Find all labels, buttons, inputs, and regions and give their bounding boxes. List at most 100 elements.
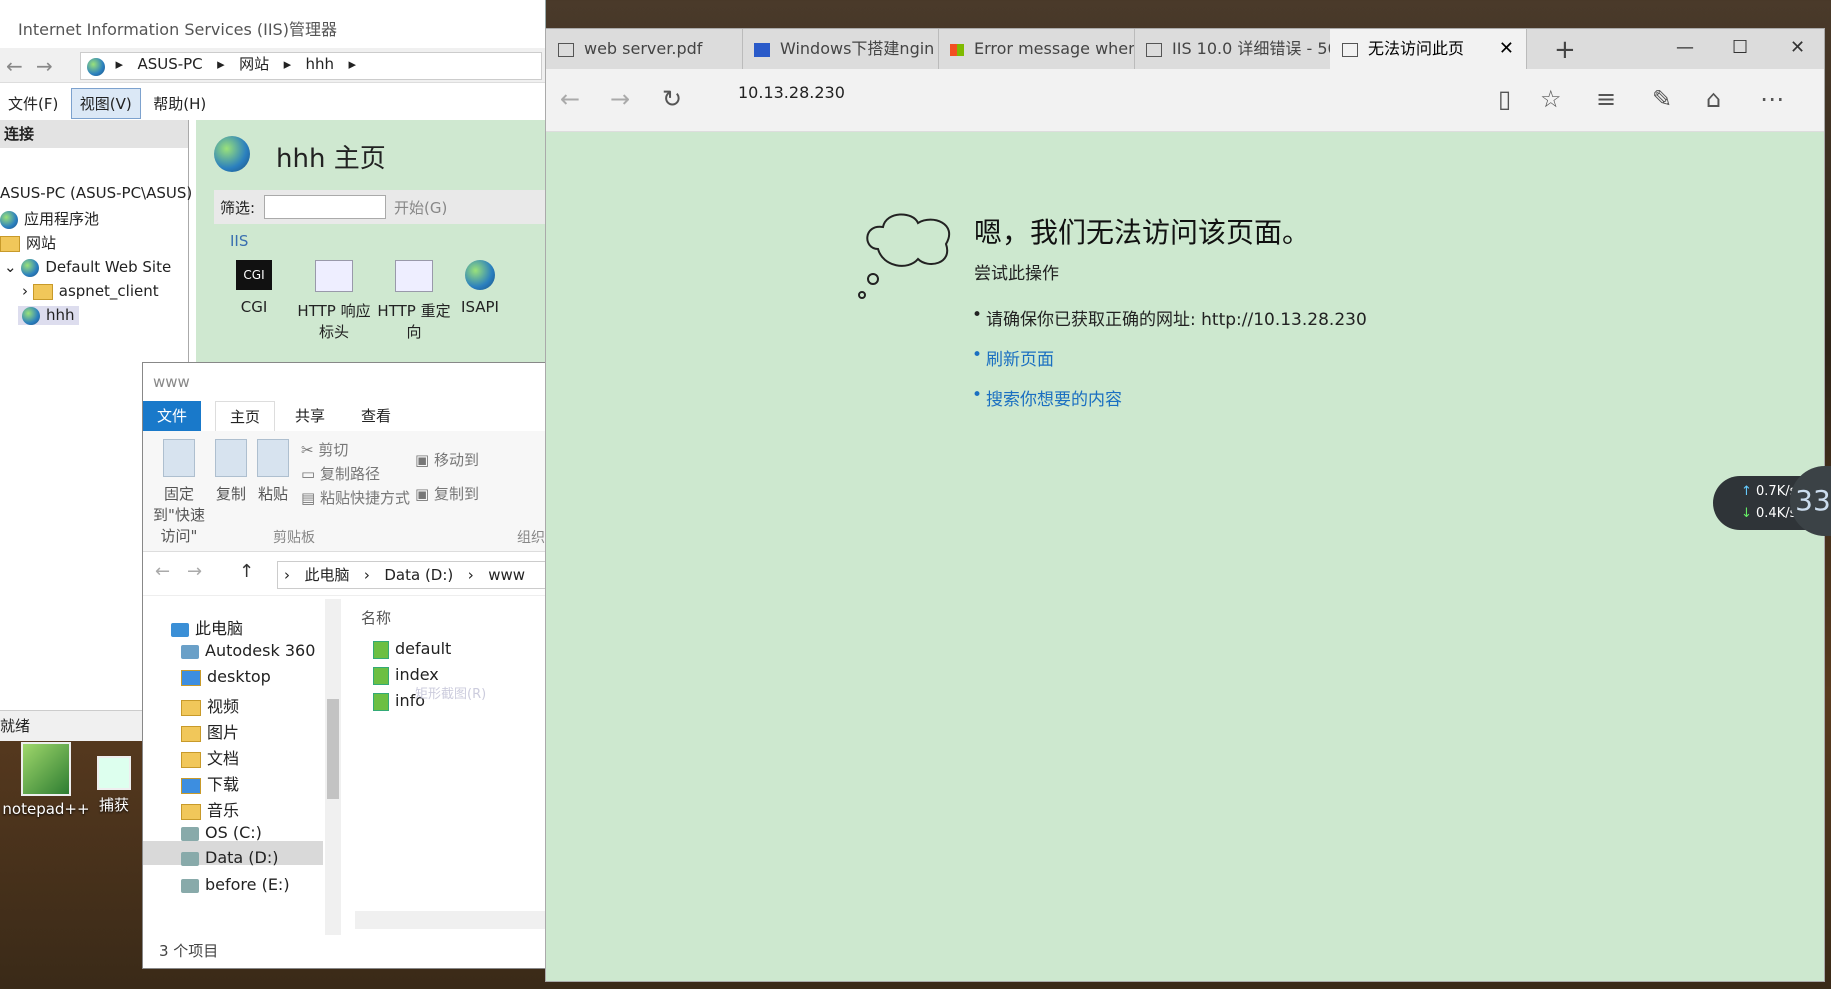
drive-icon [181, 878, 199, 893]
copy-button[interactable]: 复制 [215, 439, 247, 504]
new-tab-button[interactable]: + [1554, 35, 1576, 65]
close-window-icon[interactable]: ✕ [1790, 37, 1805, 58]
isapi-feature[interactable]: ISAPI [450, 260, 510, 316]
iis-titlebar[interactable]: Internet Information Services (IIS)管理器 [0, 0, 545, 48]
http-redirect-feature[interactable]: HTTP 重定向 [374, 260, 454, 342]
filter-go-button[interactable]: 开始(G) [394, 197, 447, 218]
globe-icon [22, 306, 40, 325]
path-bar[interactable]: › 此电脑 › Data (D:) › www [277, 561, 548, 589]
drive-icon [181, 851, 199, 866]
desktop-icon-capture[interactable]: 捕获 [84, 756, 144, 815]
reading-view-icon[interactable]: ▯ [1498, 85, 1511, 113]
menu-file[interactable]: 文件(F) [0, 89, 66, 118]
http-response-headers-feature[interactable]: HTTP 响应标头 [294, 260, 374, 342]
move-to-button[interactable]: ▣ 移动到 [415, 449, 479, 470]
tab-home[interactable]: 主页 [215, 401, 276, 432]
nav-this-pc[interactable]: 此电脑 [171, 615, 243, 639]
upload-arrow-icon: ↑ [1741, 484, 1757, 499]
tree-default-site[interactable]: ⌄ Default Web Site [4, 258, 171, 277]
navigation-scrollbar[interactable] [325, 599, 341, 935]
more-icon[interactable]: ⋯ [1760, 85, 1784, 113]
chevron-right-icon[interactable]: › [22, 282, 33, 300]
redirect-icon [395, 260, 433, 292]
close-tab-icon[interactable]: ✕ [1499, 29, 1514, 69]
refresh-icon[interactable]: ↻ [662, 85, 682, 113]
paste-shortcut-button[interactable]: ▤ 粘贴快捷方式 [301, 487, 410, 508]
address-bar[interactable]: 10.13.28.230 [738, 83, 845, 102]
tree-server[interactable]: ASUS-PC (ASUS-PC\ASUS) [0, 184, 192, 202]
browser-tab[interactable]: Windows下搭建ngin [742, 29, 939, 69]
tab-share[interactable]: 共享 [281, 401, 339, 431]
breadcrumb-item[interactable]: hhh [306, 55, 335, 73]
pin-quick-access-button[interactable]: 固定到"快速访问" [149, 439, 209, 546]
nav-drive-d[interactable]: Data (D:) [143, 841, 323, 867]
copy-path-button[interactable]: ▭ 复制路径 [301, 463, 380, 484]
back-icon[interactable]: ← [6, 54, 23, 78]
file-item[interactable]: index [373, 665, 439, 685]
browser-toolbar: ← → ↻ 10.13.28.230 ▯ ☆ ≡ ✎ ⌂ ⋯ [546, 69, 1824, 132]
path-item[interactable]: www [488, 566, 525, 584]
menu-help[interactable]: 帮助(H) [145, 89, 214, 118]
file-list-hscrollbar[interactable] [355, 911, 546, 929]
favorite-star-icon[interactable]: ☆ [1540, 85, 1562, 113]
iis-breadcrumb[interactable]: ▸ ASUS-PC ▸ 网站 ▸ hhh ▸ [80, 52, 542, 80]
nav-desktop[interactable]: desktop [181, 667, 271, 686]
tree-aspnet-client[interactable]: › aspnet_client [22, 282, 159, 300]
navigation-pane: 此电脑 Autodesk 360 desktop 视频 图片 文档 下载 音乐 … [143, 599, 339, 935]
copy-to-button[interactable]: ▣ 复制到 [415, 483, 479, 504]
paste-button[interactable]: 粘贴 [257, 439, 289, 504]
column-header-name[interactable]: 名称 [361, 607, 391, 628]
browser-tab[interactable]: web server.pdf [546, 29, 743, 69]
path-item[interactable]: 此电脑 [304, 566, 349, 584]
scrollbar-thumb[interactable] [327, 699, 339, 799]
up-icon[interactable]: ↑ [239, 561, 254, 582]
forward-icon[interactable]: → [187, 561, 202, 582]
page-icon [1342, 42, 1358, 57]
filter-input[interactable] [264, 195, 386, 219]
nav-downloads[interactable]: 下载 [181, 771, 239, 795]
file-item[interactable]: default [373, 639, 451, 659]
browser-tab[interactable]: IIS 10.0 详细错误 - 50 [1134, 29, 1331, 69]
minimize-icon[interactable]: — [1676, 37, 1694, 58]
share-icon[interactable]: ⌂ [1706, 85, 1721, 113]
tab-view[interactable]: 查看 [347, 401, 405, 431]
nav-music[interactable]: 音乐 [181, 797, 239, 821]
cut-button[interactable]: ✂ 剪切 [301, 439, 348, 460]
back-icon[interactable]: ← [560, 85, 580, 113]
nav-documents[interactable]: 文档 [181, 745, 239, 769]
tree-hhh[interactable]: hhh [18, 306, 79, 325]
refresh-link[interactable]: 刷新页面 [972, 345, 1054, 370]
ribbon: 固定到"快速访问" 复制 粘贴 ✂ 剪切 ▭ 复制路径 ▤ 粘贴快捷方式 剪贴板… [143, 431, 546, 552]
browser-tab[interactable]: Error message when [938, 29, 1135, 69]
path-sep: › [284, 566, 290, 584]
nav-label: Data (D:) [205, 848, 279, 867]
menu-view[interactable]: 视图(V) [70, 88, 141, 119]
web-note-icon[interactable]: ✎ [1652, 85, 1672, 113]
tab-file[interactable]: 文件 [143, 401, 202, 431]
breadcrumb-item[interactable]: ASUS-PC [137, 55, 202, 73]
breadcrumb-item[interactable]: 网站 [239, 55, 269, 73]
nav-pictures[interactable]: 图片 [181, 719, 239, 743]
cgi-feature[interactable]: CGI CGI [214, 260, 294, 316]
chevron-down-icon[interactable]: ⌄ [4, 258, 21, 276]
nav-label: OS (C:) [205, 823, 262, 842]
hub-icon[interactable]: ≡ [1596, 85, 1616, 113]
back-icon[interactable]: ← [155, 561, 170, 582]
forward-icon[interactable]: → [36, 54, 53, 78]
nav-autodesk[interactable]: Autodesk 360 [181, 641, 315, 660]
nav-drive-e[interactable]: before (E:) [181, 875, 290, 894]
nav-videos[interactable]: 视频 [181, 693, 239, 717]
desktop-icon-notepadpp[interactable]: notepad++ [0, 742, 96, 818]
maximize-icon[interactable]: ☐ [1732, 37, 1748, 58]
nav-drive-c[interactable]: OS (C:) [181, 823, 262, 842]
breadcrumb-sep: ▸ [348, 55, 357, 73]
tree-app-pools[interactable]: 应用程序池 [0, 208, 99, 229]
forward-icon[interactable]: → [610, 85, 630, 113]
path-item[interactable]: Data (D:) [384, 566, 453, 584]
search-link[interactable]: 搜索你想要的内容 [972, 385, 1122, 410]
tree-sites[interactable]: 网站 [0, 232, 56, 253]
browser-tab-active[interactable]: 无法访问此页 ✕ [1330, 29, 1527, 69]
status-text: 就绪 [0, 717, 31, 735]
breadcrumb-sep: ▸ [217, 55, 225, 73]
isapi-icon [465, 260, 495, 290]
